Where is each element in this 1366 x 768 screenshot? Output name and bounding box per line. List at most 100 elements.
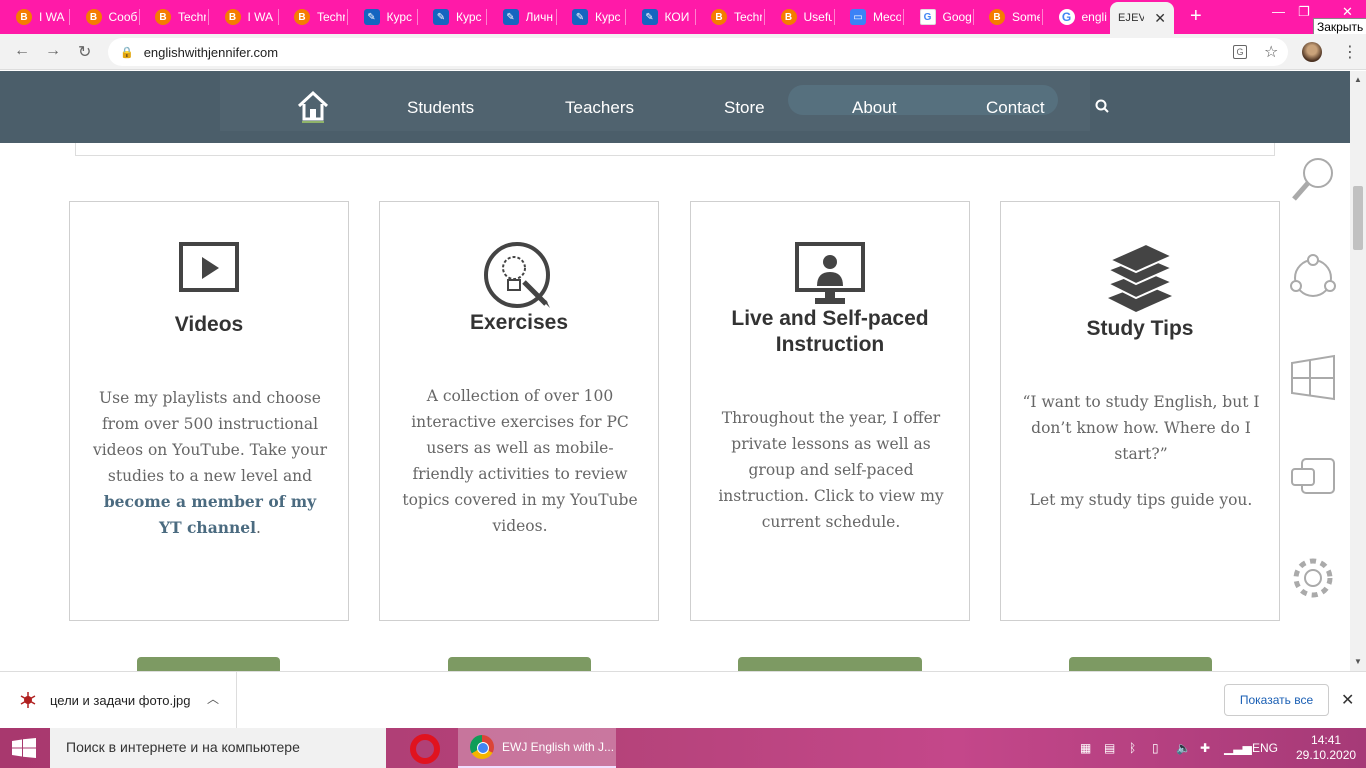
tab-separator <box>138 9 140 25</box>
app-tray-icon[interactable]: ✚ <box>1200 741 1210 755</box>
translate-icon[interactable]: G <box>1233 45 1247 59</box>
network-tray-icon[interactable]: ▦ <box>1080 741 1091 755</box>
quill-icon: ✎ <box>433 9 449 25</box>
show-all-downloads-button[interactable]: Показать все <box>1224 684 1329 716</box>
messages-icon: ▭ <box>850 9 866 25</box>
tab-separator <box>208 9 209 25</box>
card-exercises[interactable]: Exercises A collection of over 100 inter… <box>379 201 659 621</box>
taskbar-chrome-window[interactable]: EWJ English with J... <box>458 728 616 768</box>
bluetooth-tray-icon[interactable]: ᛒ <box>1129 741 1136 755</box>
browser-tab[interactable]: B I WA <box>224 5 279 29</box>
close-shelf-icon[interactable]: ✕ <box>1341 690 1354 710</box>
books-icon <box>1105 242 1175 312</box>
back-button[interactable]: ← <box>14 42 30 60</box>
blogger-icon: B <box>989 9 1005 25</box>
windows-logo-icon <box>1291 354 1335 401</box>
page-scrollbar[interactable]: ▲ ▼ <box>1350 71 1366 671</box>
windows-taskbar: Поиск в интернете и на компьютере EWJ En… <box>0 728 1366 768</box>
video-play-icon <box>179 242 239 292</box>
volume-tray-icon[interactable]: 🔈 <box>1176 741 1191 755</box>
signal-tray-icon[interactable]: ▁▃▅ <box>1224 741 1252 755</box>
browser-tab[interactable]: B Сооб <box>85 5 140 29</box>
tab-title: Techr <box>734 10 762 24</box>
home-icon[interactable] <box>296 89 330 123</box>
tab-title: Goog <box>942 10 971 24</box>
address-bar[interactable]: 🔒 englishwithjennifer.com <box>108 38 1288 66</box>
tab-active[interactable]: EJ EV ✕ <box>1110 2 1174 34</box>
yt-member-link[interactable]: become a member of my YT channel <box>104 492 316 537</box>
download-shelf: цели и задачи фото.jpg ︿ Показать все ✕ <box>0 671 1366 729</box>
tab-separator <box>764 9 765 25</box>
browser-tab[interactable]: B Techr <box>294 5 348 29</box>
quill-icon: ✎ <box>572 9 588 25</box>
lock-icon[interactable]: 🔒 <box>120 46 134 59</box>
browser-tab[interactable]: ✎ Курс <box>363 5 418 29</box>
tab-separator <box>416 9 418 25</box>
browser-tab[interactable]: B Some <box>989 5 1043 29</box>
scroll-down-icon[interactable]: ▼ <box>1354 657 1362 666</box>
browser-tab[interactable]: ✎ Личн <box>502 5 557 29</box>
download-file-name[interactable]: цели и задачи фото.jpg <box>50 693 190 708</box>
browser-tab[interactable]: ✎ Курс <box>433 5 487 29</box>
url-text[interactable]: englishwithjennifer.com <box>144 45 278 60</box>
nav-students[interactable]: Students <box>407 98 474 118</box>
chevron-up-icon[interactable]: ︿ <box>207 690 219 707</box>
blogger-icon: B <box>294 9 310 25</box>
nav-contact[interactable]: Contact <box>986 98 1045 118</box>
tab-title: КОИ <box>664 10 690 24</box>
browser-tab[interactable]: ✎ Курс <box>572 5 626 29</box>
browser-tab[interactable]: G Goog <box>919 5 974 29</box>
browser-tab[interactable]: B Usefu <box>780 5 835 29</box>
videos-cta-button[interactable] <box>137 657 280 671</box>
nav-store[interactable]: Store <box>724 98 765 118</box>
magnifier-icon <box>1292 158 1333 201</box>
taskbar-search-placeholder[interactable]: Поиск в интернете и на компьютере <box>66 739 300 755</box>
instruction-cta-button[interactable] <box>738 657 922 671</box>
tab-title: Курс <box>456 10 482 24</box>
keyboard-tray-icon[interactable]: ▤ <box>1104 741 1115 755</box>
browser-tab[interactable]: ✎ КОИ <box>641 5 696 29</box>
scrollbar-thumb[interactable] <box>1353 186 1363 250</box>
browser-tab[interactable]: B Techr <box>711 5 765 29</box>
language-indicator[interactable]: ENG <box>1252 741 1278 755</box>
nav-about[interactable]: About <box>852 98 896 118</box>
blogger-icon: B <box>16 9 32 25</box>
browser-tab[interactable]: ▭ Meco <box>850 5 904 29</box>
minimize-window-icon[interactable]: — <box>1272 4 1285 19</box>
tab-title: Личн <box>525 10 553 24</box>
nav-teachers[interactable]: Teachers <box>565 98 634 118</box>
taskbar-clock[interactable]: 14:41 29.10.2020 <box>1296 733 1356 763</box>
card-live-instruction[interactable]: Live and Self-paced Instruction Througho… <box>690 201 970 621</box>
card-videos[interactable]: Videos Use my playlists and choose from … <box>69 201 349 621</box>
browser-tab[interactable]: B Techr <box>155 5 209 29</box>
close-tab-icon[interactable]: ✕ <box>1154 10 1166 27</box>
tab-title: Some <box>1012 10 1040 24</box>
tab-title: engli <box>1081 10 1107 24</box>
restore-window-icon[interactable]: ❐ <box>1298 4 1310 20</box>
profile-avatar[interactable] <box>1302 42 1322 62</box>
bookmark-star-icon[interactable]: ☆ <box>1264 42 1278 62</box>
browser-menu-icon[interactable]: ⋮ <box>1342 42 1358 62</box>
browser-tab[interactable]: Gengli <box>1058 5 1113 29</box>
battery-tray-icon[interactable]: ▯ <box>1152 741 1159 755</box>
download-item[interactable]: цели и задачи фото.jpg ︿ <box>0 672 237 729</box>
browser-tab-strip: B I WA B Сооб B Techr B I WA B Techr ✎ Курс ✎ Курс ✎ Ли… <box>0 0 1366 36</box>
settings-gear-icon <box>1293 558 1333 598</box>
new-tab-button[interactable]: + <box>1190 6 1202 26</box>
scroll-up-icon[interactable]: ▲ <box>1354 75 1362 84</box>
browser-tab[interactable]: B I WA <box>16 5 70 29</box>
blogger-icon: B <box>155 9 171 25</box>
reload-button[interactable]: ↻ <box>78 42 91 62</box>
card-study-tips[interactable]: Study Tips “I want to study English, but… <box>1000 201 1280 621</box>
taskbar-search-box[interactable]: Поиск в интернете и на компьютере <box>50 728 386 768</box>
windows-start-icon[interactable] <box>10 738 38 758</box>
study-tips-cta-button[interactable] <box>1069 657 1212 671</box>
forward-button[interactable]: → <box>45 42 61 60</box>
card-text: Use my playlists and choose from over 50… <box>90 385 330 541</box>
card-icon-wrap <box>1001 242 1279 316</box>
exercises-cta-button[interactable] <box>448 657 591 671</box>
opera-icon[interactable] <box>410 734 440 764</box>
search-icon[interactable] <box>1095 99 1109 113</box>
devices-icon <box>1291 458 1335 494</box>
page-viewport: Students Teachers Store About Contact Vi… <box>0 71 1350 671</box>
